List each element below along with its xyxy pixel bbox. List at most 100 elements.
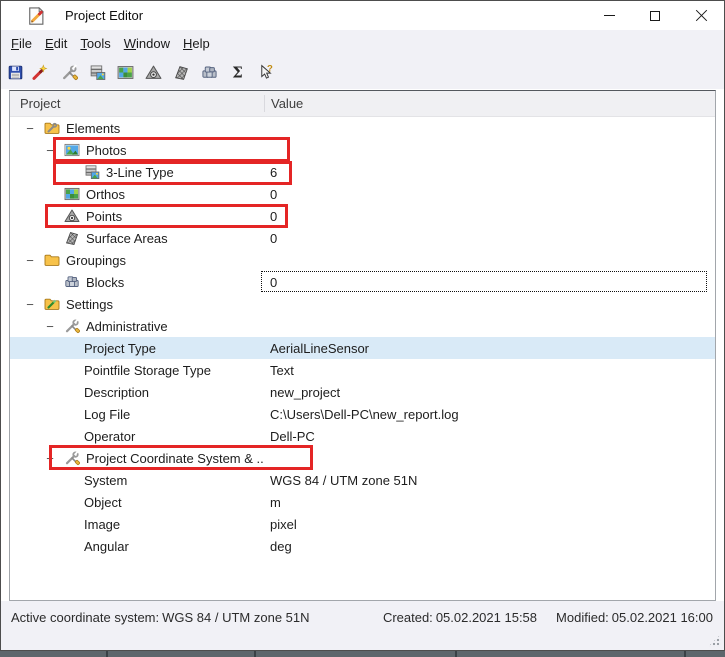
menu-tools[interactable]: Tools bbox=[80, 36, 110, 51]
modified-timestamp: Modified:05.02.2021 16:00 bbox=[556, 610, 716, 625]
background-strip bbox=[0, 651, 725, 657]
collapse-toggle[interactable]: − bbox=[24, 122, 36, 135]
row-value-cell[interactable]: 0 bbox=[264, 231, 715, 246]
tree-row-points[interactable]: Points0 bbox=[10, 205, 715, 227]
layers-icon bbox=[84, 164, 100, 180]
row-label: Log File bbox=[84, 407, 130, 422]
tree-row-orthos[interactable]: Orthos0 bbox=[10, 183, 715, 205]
tree-row-image[interactable]: Image pixel bbox=[10, 513, 715, 535]
row-value: m bbox=[270, 495, 281, 510]
row-value: pixel bbox=[270, 517, 297, 532]
column-header-value[interactable]: Value bbox=[264, 95, 715, 112]
maximize-button[interactable] bbox=[632, 1, 678, 30]
tree-row-surface-areas[interactable]: Surface Areas0 bbox=[10, 227, 715, 249]
modified-label: Modified: bbox=[556, 610, 609, 625]
statistics-button[interactable] bbox=[225, 60, 249, 86]
row-value-cell[interactable]: Dell-PC bbox=[264, 429, 715, 444]
row-value-cell[interactable]: 6 bbox=[264, 165, 715, 180]
row-value-cell[interactable]: AerialLineSensor bbox=[264, 341, 715, 356]
tree-row-administrative[interactable]: −Administrative bbox=[10, 315, 715, 337]
row-value: 0 bbox=[270, 231, 277, 246]
column-header-project[interactable]: Project bbox=[10, 96, 264, 111]
row-label: Operator bbox=[84, 429, 135, 444]
menu-file[interactable]: File bbox=[11, 36, 32, 51]
row-value-cell[interactable]: 0 bbox=[264, 209, 715, 224]
help-cursor-icon bbox=[257, 64, 274, 81]
minimize-button[interactable] bbox=[586, 1, 632, 30]
collapse-toggle[interactable]: − bbox=[44, 320, 56, 333]
row-label: Object bbox=[84, 495, 122, 510]
save-button[interactable] bbox=[3, 60, 27, 86]
menu-edit[interactable]: Edit bbox=[45, 36, 67, 51]
tree-row-project-type[interactable]: Project Type AerialLineSensor bbox=[10, 337, 715, 359]
collapse-toggle[interactable]: − bbox=[44, 144, 56, 157]
project-editor-window: Project Editor File Edit Tools Window Help P… bbox=[0, 0, 725, 651]
wand-icon bbox=[31, 64, 48, 81]
tree-row-log-file[interactable]: Log File C:\Users\Dell-PC\new_report.log bbox=[10, 403, 715, 425]
tree-row-description[interactable]: Description new_project bbox=[10, 381, 715, 403]
row-value: AerialLineSensor bbox=[270, 341, 369, 356]
row-label: Image bbox=[84, 517, 120, 532]
row-value-cell[interactable]: C:\Users\Dell-PC\new_report.log bbox=[264, 407, 715, 422]
context-help-button[interactable] bbox=[253, 60, 277, 86]
surface-icon bbox=[64, 230, 80, 246]
row-label: Angular bbox=[84, 539, 129, 554]
magic-wand-button[interactable] bbox=[27, 60, 51, 86]
ortho-icon bbox=[117, 64, 134, 81]
title-bar: Project Editor bbox=[1, 1, 724, 30]
created-value: 05.02.2021 15:58 bbox=[436, 610, 537, 625]
tree-row-settings[interactable]: −Settings bbox=[10, 293, 715, 315]
row-value-cell[interactable]: new_project bbox=[264, 385, 715, 400]
tree-row-project-coordinate-system[interactable]: − Project Coordinate System & ... bbox=[10, 447, 715, 469]
surface-icon bbox=[173, 64, 190, 81]
created-label: Created: bbox=[383, 610, 433, 625]
toolbar bbox=[1, 56, 724, 89]
tree-row-elements[interactable]: −Elements bbox=[10, 117, 715, 139]
row-value-cell[interactable]: Text bbox=[264, 363, 715, 378]
tree-row-system[interactable]: SystemWGS 84 / UTM zone 51N bbox=[10, 469, 715, 491]
tree-row-pointfile-storage-type[interactable]: Pointfile Storage TypeText bbox=[10, 359, 715, 381]
menu-window[interactable]: Window bbox=[124, 36, 170, 51]
sigma-icon bbox=[229, 64, 246, 81]
row-value-cell[interactable]: 0 bbox=[264, 275, 715, 290]
tree-row-angular[interactable]: Angular deg bbox=[10, 535, 715, 557]
tree-row-photos[interactable]: −Photos bbox=[10, 139, 715, 161]
blocks-button[interactable] bbox=[197, 60, 221, 86]
row-value-cell[interactable]: 0 bbox=[264, 187, 715, 202]
folder-settings-icon bbox=[44, 296, 60, 312]
menu-help[interactable]: Help bbox=[183, 36, 210, 51]
tools-button[interactable] bbox=[57, 60, 81, 86]
tree-row-object[interactable]: Object m bbox=[10, 491, 715, 513]
active-coordinate-system: Active coordinate system:WGS 84 / UTM zo… bbox=[11, 610, 383, 625]
status-bar: Active coordinate system:WGS 84 / UTM zo… bbox=[1, 601, 724, 650]
points-button[interactable] bbox=[141, 60, 165, 86]
collapse-toggle[interactable]: − bbox=[24, 254, 36, 267]
images-button[interactable] bbox=[113, 60, 137, 86]
tools-icon bbox=[64, 318, 80, 334]
collapse-toggle[interactable]: − bbox=[44, 452, 56, 465]
resize-grip-icon[interactable] bbox=[708, 634, 721, 647]
tools-icon bbox=[64, 450, 80, 466]
tree-row-operator[interactable]: Operator Dell-PC bbox=[10, 425, 715, 447]
active-system-label: Active coordinate system: bbox=[11, 610, 159, 625]
row-value-cell[interactable]: deg bbox=[264, 539, 715, 554]
photos-button[interactable] bbox=[85, 60, 109, 86]
project-tree-panel: Project Value −Elements−Photos3-Line Typ… bbox=[9, 90, 716, 601]
points-icon bbox=[145, 64, 162, 81]
row-value: new_project bbox=[270, 385, 340, 400]
row-value: deg bbox=[270, 539, 292, 554]
active-system-value: WGS 84 / UTM zone 51N bbox=[162, 610, 309, 625]
row-value-cell[interactable]: WGS 84 / UTM zone 51N bbox=[264, 473, 715, 488]
row-label: Description bbox=[84, 385, 149, 400]
collapse-toggle[interactable]: − bbox=[24, 298, 36, 311]
tree-row-groupings[interactable]: −Groupings bbox=[10, 249, 715, 271]
close-button[interactable] bbox=[678, 1, 724, 30]
row-value-cell[interactable]: pixel bbox=[264, 517, 715, 532]
close-icon bbox=[695, 9, 708, 22]
row-label: Project Coordinate System & ... bbox=[86, 451, 264, 466]
surfaces-button[interactable] bbox=[169, 60, 193, 86]
row-label: Project Type bbox=[84, 341, 156, 356]
tree-row-3-line-type[interactable]: 3-Line Type6 bbox=[10, 161, 715, 183]
tree-row-blocks[interactable]: Blocks0 bbox=[10, 271, 715, 293]
row-value-cell[interactable]: m bbox=[264, 495, 715, 510]
